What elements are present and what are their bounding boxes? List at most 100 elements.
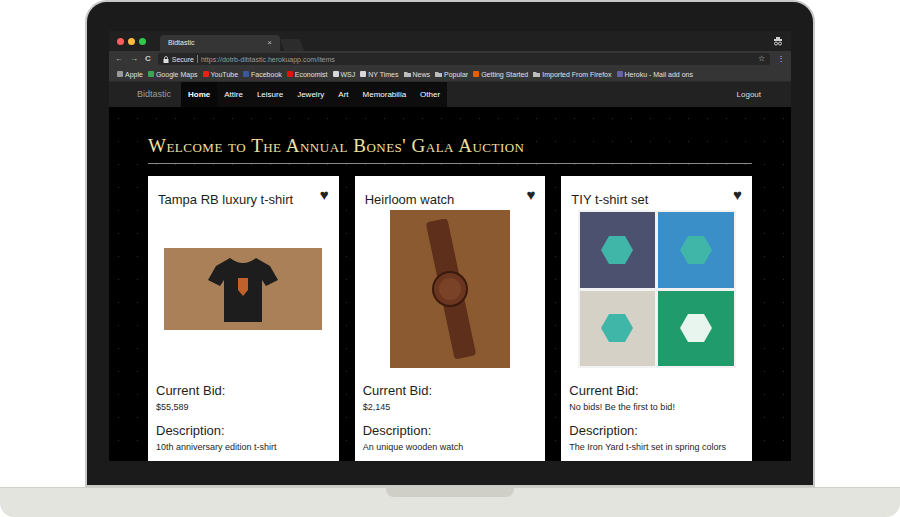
logout-link[interactable]: Logout <box>737 82 761 107</box>
bookmark[interactable]: Getting Started <box>473 71 528 78</box>
item-card[interactable]: Heirloom watch ♥ Current Bid: $2,145 Descrip… <box>355 176 546 461</box>
shirt-swatch <box>580 291 656 367</box>
nav-label: Art <box>338 89 348 101</box>
nav-menu: Home Attire Leisure Jewelry Art MemorabiliaOt… <box>181 82 447 107</box>
card-title: Tampa RB luxury t-shirt <box>158 191 293 209</box>
favicon-icon <box>473 71 479 77</box>
browser-tab[interactable]: Bidtastic× <box>160 35 280 51</box>
bid-label: Current Bid: <box>156 383 331 399</box>
card-title: TIY t-shirt set <box>571 191 648 209</box>
hexagon-icon <box>601 314 633 342</box>
bookmark[interactable]: NY Times <box>360 71 398 78</box>
nav-item[interactable]: Leisure <box>250 82 290 107</box>
back-button[interactable]: ← <box>115 55 123 63</box>
favorite-heart[interactable]: ♥ <box>526 187 535 202</box>
description-label: Description: <box>156 423 331 439</box>
card-body: Current Bid: $2,145 Description: An unique … <box>355 368 546 453</box>
bid-label: Current Bid: <box>569 383 744 399</box>
bookmark[interactable]: WSJ <box>333 71 356 78</box>
laptop-mockup: Bidtastic×←→CSecurehttps://dotrb-dibtast… <box>0 0 900 517</box>
description-text: 10th anniversary edition t-shirt <box>156 441 331 453</box>
bookmark[interactable]: Google Maps <box>148 71 198 78</box>
bookmark[interactable]: Popular <box>435 71 468 78</box>
shirt-swatch <box>580 212 656 288</box>
menu-button[interactable]: ⋮ <box>777 55 785 63</box>
nav-item[interactable]: Attire <box>217 82 250 107</box>
address-bar[interactable]: Securehttps://dotrb-dibtastic.herokuapp.… <box>158 53 770 65</box>
card-body: Current Bid:No bids! Be the first to bid… <box>561 368 752 453</box>
brand[interactable]: Bidtastic <box>137 82 171 107</box>
base-notch <box>386 488 514 497</box>
bid-amount: $55,589 <box>156 401 331 413</box>
card-body: Current Bid: $55,589 Description: 10th anni… <box>148 368 339 453</box>
favorite-heart[interactable]: ♥ <box>320 187 329 202</box>
card-title: Heirloom watch <box>365 191 455 209</box>
shirt-swatch <box>658 212 734 288</box>
card-header: Tampa RB luxury t-shirt♥ <box>148 176 339 204</box>
content: Welcome to The Annual Bones' Gala Auctio… <box>109 107 791 461</box>
bid-amount: $2,145 <box>363 401 538 413</box>
item-card[interactable]: Tampa RB luxury t-shirt♥Current Bid:$55,… <box>148 176 339 461</box>
folder-icon <box>404 71 411 77</box>
bid-label: Current Bid: <box>363 383 538 399</box>
bookmark[interactable]: News <box>404 71 431 78</box>
bookmark[interactable]: Apple <box>117 71 143 78</box>
bookmark-star[interactable]: ☆ <box>758 55 765 63</box>
bookmark[interactable]: YouTube <box>203 71 239 78</box>
screen: Bidtastic×←→CSecurehttps://dotrb-dibtast… <box>109 31 791 461</box>
bookmark-label: Imported From Firefox <box>542 71 611 78</box>
minimize-dot[interactable] <box>128 38 135 45</box>
nav-item[interactable]: Memorabilia <box>356 82 414 107</box>
reload-button[interactable]: C <box>145 55 151 63</box>
nav-item[interactable]: Jewelry <box>290 82 331 107</box>
description-label: Description: <box>569 423 744 439</box>
favorite-heart[interactable]: ♥ <box>733 187 742 202</box>
bookmark[interactable]: Economist <box>287 71 328 78</box>
close-dot[interactable] <box>117 38 124 45</box>
bookmark[interactable]: Imported From Firefox <box>533 71 611 78</box>
bookmark[interactable]: Facebook <box>243 71 282 78</box>
new-tab-button[interactable] <box>280 39 304 51</box>
shirt-swatch <box>658 291 734 367</box>
photo-area <box>148 210 339 368</box>
window-controls <box>117 31 146 51</box>
hexagon-icon <box>680 236 712 264</box>
bookmark-label: Apple <box>125 71 143 78</box>
tab-close[interactable]: × <box>267 39 272 47</box>
bookmark-label: Facebook <box>251 71 282 78</box>
forward-button[interactable]: → <box>130 55 138 63</box>
favicon-icon <box>617 71 623 77</box>
description-label: Description: <box>363 423 538 439</box>
nav-label: Jewelry <box>297 89 324 101</box>
nav-label: Attire <box>224 89 243 101</box>
bookmark-label: NY Times <box>368 71 398 78</box>
nav-item[interactable]: Home <box>181 82 217 107</box>
nav-item[interactable]: Other <box>413 82 447 107</box>
laptop-lid: Bidtastic×←→CSecurehttps://dotrb-dibtast… <box>85 0 815 487</box>
bookmark[interactable]: Heroku - Mail add ons <box>617 71 693 78</box>
shirt-photo <box>164 248 322 330</box>
bookmark-label: News <box>413 71 431 78</box>
hexagon-icon <box>601 236 633 264</box>
watch-photo <box>390 210 510 368</box>
nav-label: Home <box>188 89 210 101</box>
address-divider <box>197 55 198 63</box>
nav-label: Leisure <box>257 89 283 101</box>
folder-icon <box>435 71 442 77</box>
hexagon-icon <box>680 314 712 342</box>
item-card[interactable]: TIY t-shirt set ♥ Current Bid:No bids! Be … <box>561 176 752 461</box>
favicon-icon <box>117 71 123 77</box>
site-navbar: Bidtastic Home Attire Leisure Jewelry Art Memo… <box>109 82 791 107</box>
lock-icon <box>163 56 169 63</box>
watch-icon <box>410 219 490 359</box>
tab-bar: Bidtastic× <box>109 31 791 51</box>
incognito-icon <box>773 36 783 46</box>
favicon-icon <box>148 71 154 77</box>
zoom-dot[interactable] <box>139 38 146 45</box>
laptop-base <box>0 487 900 517</box>
favicon-icon <box>333 71 339 77</box>
description-text: An unique wooden watch <box>363 441 538 453</box>
url-text[interactable]: https://dotrb-dibtastic.herokuapp.com/it… <box>201 56 335 63</box>
nav-item[interactable]: Art <box>331 82 355 107</box>
toolbar: ← → C Securehttps://dotrb-dibtastic.herokua… <box>109 51 791 67</box>
